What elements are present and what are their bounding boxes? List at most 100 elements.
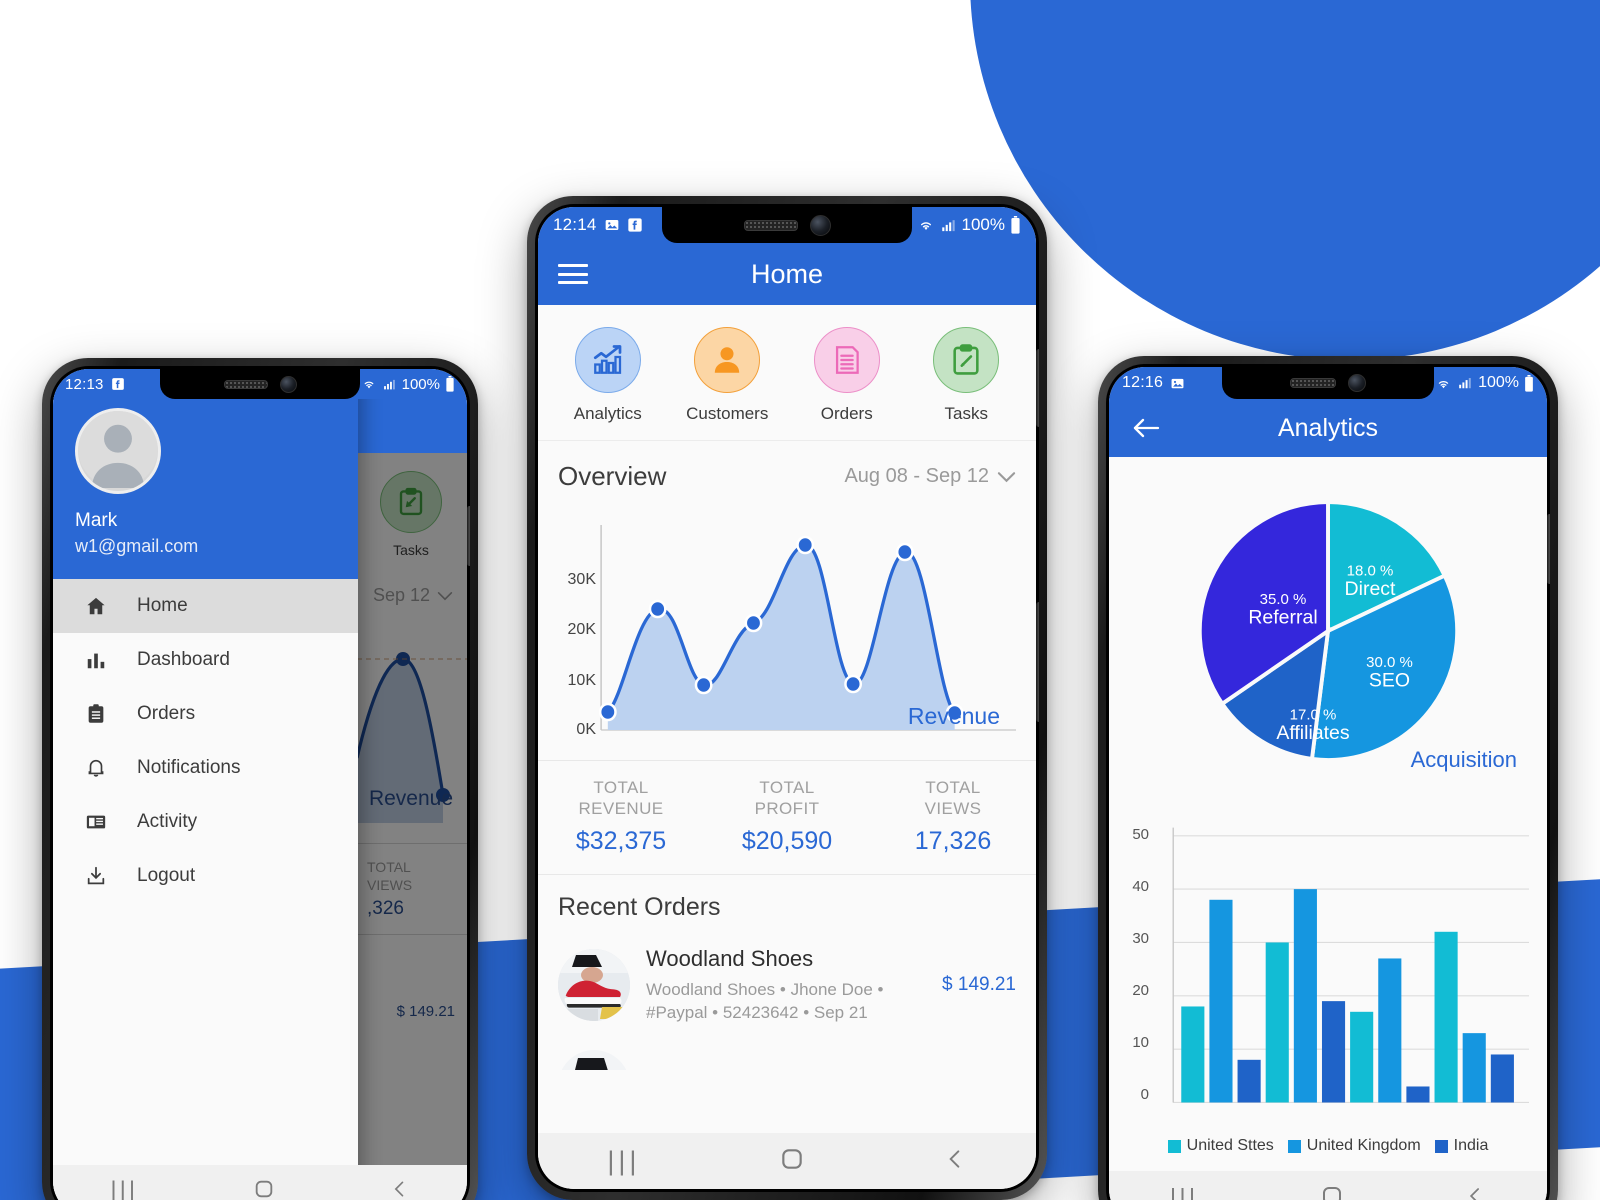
- battery-icon: [1010, 216, 1021, 234]
- order-price: $ 149.21: [942, 973, 1016, 995]
- svg-text:35.0 %: 35.0 %: [1260, 591, 1307, 608]
- front-camera: [279, 375, 297, 393]
- revenue-y-axis: 30K 20K 10K 0K: [558, 508, 600, 756]
- drawer-header: Mark w1@gmail.com: [53, 369, 358, 579]
- next-order-thumb: [558, 1050, 630, 1071]
- bell-icon: [79, 757, 113, 779]
- category-analytics[interactable]: Analytics: [548, 327, 668, 424]
- app-bar: Home: [538, 243, 1036, 305]
- home-icon: [79, 595, 113, 617]
- ytick-20k: 20K: [567, 621, 596, 638]
- clipboard-edit-icon: [933, 327, 1000, 393]
- date-range-selector[interactable]: Aug 08 - Sep 12: [844, 465, 1016, 488]
- recents-icon[interactable]: |||: [607, 1146, 640, 1177]
- total-revenue-label2: REVENUE: [578, 799, 664, 819]
- recents-icon[interactable]: |||: [1170, 1184, 1198, 1200]
- category-shortcuts: Analytics Customers Orders Tasks: [538, 305, 1036, 440]
- phone-right-side-button: [1547, 514, 1550, 584]
- drawer-user-name: Mark: [75, 510, 118, 531]
- back-icon[interactable]: [1465, 1184, 1486, 1200]
- home-button-icon[interactable]: [1320, 1184, 1344, 1200]
- red-shoes-photo: [558, 948, 630, 1021]
- total-views-label1: TOTAL: [925, 778, 981, 797]
- recents-icon[interactable]: |||: [110, 1177, 138, 1200]
- avatar[interactable]: [75, 408, 161, 494]
- country-bar-chart[interactable]: 50 40 30 20 10 0: [1109, 793, 1547, 1123]
- bar-chart-icon: [79, 649, 113, 671]
- total-views: TOTAL VIEWS 17,326: [870, 777, 1036, 856]
- legend-swatch-united-kingdom: [1287, 1139, 1301, 1153]
- sidebar-item-dashboard[interactable]: Dashboard: [53, 633, 358, 687]
- sidebar-label-logout: Logout: [137, 865, 196, 886]
- sidebar-item-home[interactable]: Home: [53, 579, 358, 633]
- ytick-50: 50: [1132, 826, 1149, 843]
- recent-orders-title: Recent Orders: [558, 892, 721, 921]
- status-time: 12:13: [65, 375, 104, 393]
- legend-label-united-kingdom: United Kingdom: [1306, 1137, 1421, 1154]
- svg-text:18.0 %: 18.0 %: [1347, 563, 1394, 580]
- legend-item-united-kingdom[interactable]: United Kingdom: [1287, 1137, 1421, 1155]
- system-nav-bar: |||: [538, 1133, 1036, 1189]
- total-profit: TOTAL PROFIT $20,590: [704, 777, 870, 856]
- document-lines-icon: [813, 327, 880, 393]
- article-icon: [79, 811, 113, 833]
- sidebar-label-home: Home: [137, 595, 188, 616]
- sidebar-item-logout[interactable]: Logout: [53, 849, 358, 903]
- decor-circle-top-right: [970, 0, 1600, 360]
- recent-orders-section: Recent Orders Woodland Shoes Woodland Sh…: [538, 874, 1036, 1071]
- download-icon: [79, 865, 113, 887]
- svg-text:Affiliates: Affiliates: [1276, 722, 1350, 744]
- list-item-partial[interactable]: [558, 1050, 1016, 1071]
- status-time: 12:16: [1122, 374, 1164, 391]
- phone-left-side-button: [467, 506, 470, 566]
- analytics-chart-icon: [574, 327, 641, 393]
- sidebar-label-orders: Orders: [137, 703, 196, 724]
- home-button-icon[interactable]: [253, 1178, 275, 1200]
- sidebar-item-activity[interactable]: Activity: [53, 795, 358, 849]
- category-orders[interactable]: Orders: [787, 327, 907, 424]
- signal-icon: [1457, 376, 1473, 390]
- svg-text:SEO: SEO: [1369, 670, 1410, 692]
- chevron-down-icon: [997, 471, 1016, 482]
- person-icon: [694, 327, 761, 393]
- list-item[interactable]: Woodland Shoes Woodland Shoes • Jhone Do…: [558, 946, 1016, 1025]
- revenue-area-chart[interactable]: 30K 20K 10K 0K Revenue: [558, 508, 1016, 756]
- hamburger-icon[interactable]: [558, 264, 588, 284]
- category-customers[interactable]: Customers: [668, 327, 788, 424]
- facebook-icon: [627, 217, 643, 233]
- svg-text:17.0 %: 17.0 %: [1290, 707, 1337, 724]
- ytick-20: 20: [1132, 982, 1149, 999]
- back-icon[interactable]: [944, 1146, 967, 1177]
- legend-swatch-united-sttes: [1167, 1139, 1181, 1153]
- back-icon[interactable]: [390, 1178, 410, 1200]
- ytick-10: 10: [1132, 1034, 1149, 1051]
- page-title: Home: [750, 258, 824, 289]
- wifi-icon: [1435, 376, 1452, 391]
- phone-center-volume-button: [1036, 349, 1039, 427]
- home-button-icon[interactable]: [779, 1146, 805, 1177]
- legend-swatch-india: [1434, 1139, 1448, 1153]
- earpiece-speaker: [1290, 378, 1336, 388]
- acquisition-pie-chart[interactable]: 18.0 % Direct 30.0 % SEO 17.0 % Affiliat…: [1109, 457, 1547, 793]
- legend-label-united-sttes: United Sttes: [1186, 1137, 1274, 1154]
- sidebar-item-orders[interactable]: Orders: [53, 687, 358, 741]
- legend-item-united-sttes[interactable]: United Sttes: [1167, 1137, 1274, 1155]
- legend-label-india: India: [1453, 1137, 1489, 1154]
- sidebar-item-notifications[interactable]: Notifications: [53, 741, 358, 795]
- wifi-icon: [361, 377, 377, 391]
- category-tasks[interactable]: Tasks: [907, 327, 1027, 424]
- navigation-drawer: Mark w1@gmail.com Home Dashboard Orders …: [53, 369, 358, 1200]
- arrow-left-icon[interactable]: [1131, 416, 1161, 440]
- category-label-tasks: Tasks: [944, 404, 988, 423]
- page-title: Analytics: [1277, 413, 1379, 442]
- notch: [160, 369, 360, 399]
- sidebar-label-notifications: Notifications: [137, 757, 241, 778]
- image-icon: [1170, 376, 1185, 391]
- ytick-40: 40: [1132, 878, 1149, 895]
- screen-analytics: 12:16 100% Analytics 18.0 % Direct 30.0 …: [1109, 367, 1547, 1200]
- legend-item-india[interactable]: India: [1434, 1137, 1489, 1155]
- category-label-orders: Orders: [820, 404, 873, 423]
- bar-y-axis: 50 40 30 20 10 0: [1109, 805, 1155, 1115]
- overview-header: Overview Aug 08 - Sep 12: [558, 461, 1016, 492]
- sidebar-label-activity: Activity: [137, 811, 198, 832]
